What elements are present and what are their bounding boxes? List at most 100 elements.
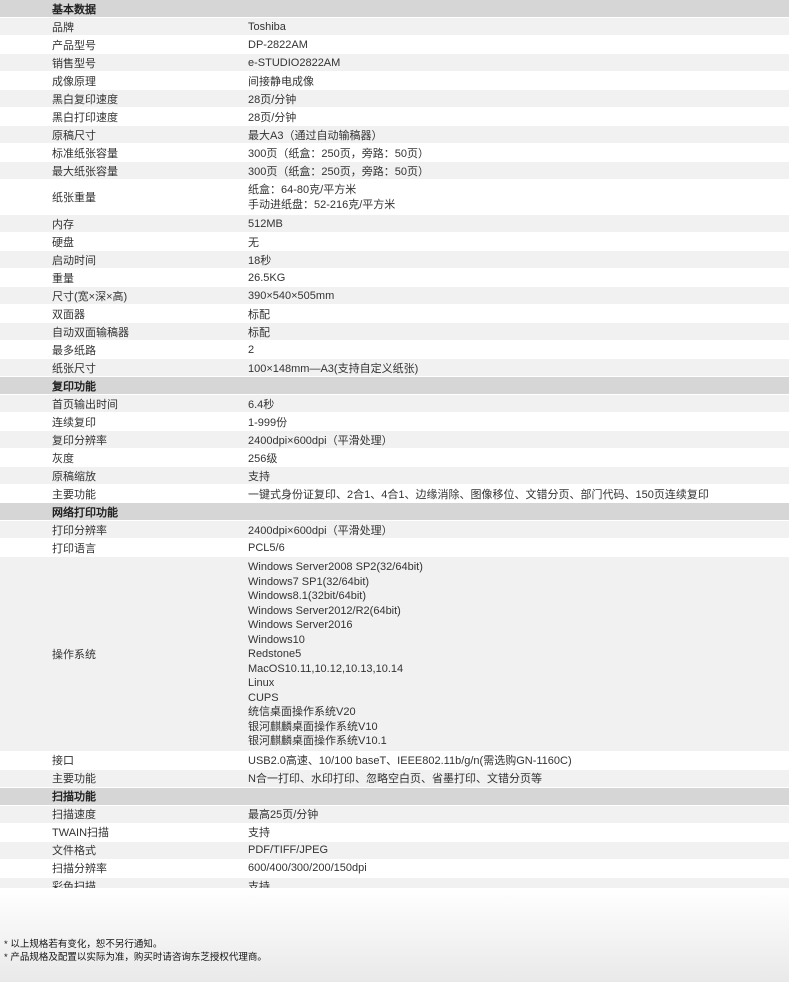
spec-value: 300页（纸盒：250页，旁路：50页） [248,163,789,179]
spec-key: 复印分辨率 [52,434,107,447]
spec-value-line: Windows Server2016 [248,619,353,631]
spec-row: 最多纸路 2 [0,341,789,359]
section-header: 复印功能 [0,377,789,395]
spec-value-line: 最大A3（通过自动输稿器） [248,129,383,142]
spec-key: 双面器 [52,308,85,321]
spec-value: 2400dpi×600dpi（平滑处理） [248,432,789,448]
spec-row: 硬盘 无 [0,233,789,251]
spec-row: 首页输出时间 6.4秒 [0,395,789,413]
spec-key: 纸张尺寸 [52,362,96,375]
spec-row: 主要功能 N合一打印、水印打印、忽略空白页、省墨打印、文错分页等 [0,769,789,788]
spec-value: DP-2822AM [248,39,789,51]
spec-value-line: e-STUDIO2822AM [248,56,341,69]
spec-key: 主要功能 [52,488,96,501]
spec-value: 标配 [248,324,789,340]
spec-value-line: 18秒 [248,254,272,267]
spec-value-line: 1-999份 [248,416,288,429]
spec-value-line: Windows8.1(32bit/64bit) [248,590,367,602]
spec-key: TWAIN扫描 [52,827,110,839]
spec-row: 自动双面输稿器 标配 [0,323,789,341]
spec-value-line: USB2.0高速、10/100 baseT、IEEE802.11b/g/n(需选… [248,755,572,767]
spec-key: 产品型号 [52,39,96,52]
spec-value-line: 28页/分钟 [248,93,297,106]
spec-value: 28页/分钟 [248,91,789,107]
spec-value-line: 银河麒麟桌面操作系统V10.1 [248,735,387,747]
spec-row: 连续复印 1-999份 [0,413,789,431]
spec-value: USB2.0高速、10/100 baseT、IEEE802.11b/g/n(需选… [248,752,789,768]
spec-value: 6.4秒 [248,396,789,412]
spec-row: 扫描速度 最高25页/分钟 [0,805,789,824]
spec-row: 最大纸张容量 300页（纸盒：250页，旁路：50页） [0,162,789,180]
spec-key: 内存 [52,218,74,231]
spec-key: 硬盘 [52,236,74,249]
section-header: 扫描功能 [0,787,789,806]
spec-row: 原稿缩放 支持 [0,467,789,485]
spec-row: 原稿尺寸 最大A3（通过自动输稿器） [0,126,789,144]
spec-row: 主要功能 一键式身份证复印、2合1、4合1、边缘消除、图像移位、文错分页、部门代码… [0,485,789,503]
spec-row: 尺寸(宽×深×高) 390×540×505mm [0,287,789,305]
spec-key: 品牌 [52,21,74,34]
spec-value-line: PDF/TIFF/JPEG [248,844,329,856]
spec-value: Toshiba [248,21,789,33]
spec-key: 销售型号 [52,57,96,70]
spec-row: 操作系统 Windows Server2008 SP2(32/64bit) Wind… [0,557,789,752]
spec-row: 纸张尺寸 100×148mm—A3(支持自定义纸张) [0,359,789,377]
spec-row: 接口 USB2.0高速、10/100 baseT、IEEE802.11b/g/n(… [0,751,789,770]
spec-value-line: CUPS [248,691,279,704]
spec-value-line: 无 [248,236,259,249]
spec-value: 无 [248,234,789,250]
spec-value: 600/400/300/200/150dpi [248,862,789,874]
spec-value-line: Redstone5 [248,648,302,660]
spec-value-line: 300页（纸盒：250页，旁路：50页） [248,147,429,160]
spec-value-line: PCL5/6 [248,541,285,554]
spec-key: 最大纸张容量 [52,165,118,178]
spec-value: 300页（纸盒：250页，旁路：50页） [248,145,789,161]
spec-value: 标配 [248,306,789,322]
section-title: 基本数据 [52,3,96,16]
spec-value-line: 512MB [248,217,283,230]
spec-value: 间接静电成像 [248,73,789,89]
spec-value: 28页/分钟 [248,109,789,125]
footnote: * 产品规格及配置以实际为准，购买时请咨询东芝授权代理商。 [4,952,267,963]
spec-row: 产品型号 DP-2822AM [0,36,789,54]
spec-value-line: 2400dpi×600dpi（平滑处理） [248,434,393,447]
spec-row: 灰度 256级 [0,449,789,467]
spec-value: Windows Server2008 SP2(32/64bit) Windows7… [248,557,789,751]
spec-value-line: 100×148mm—A3(支持自定义纸张) [248,362,419,375]
spec-value: 256级 [248,450,789,466]
spec-value: 2 [248,344,789,356]
spec-key: 打印语言 [52,542,96,555]
spec-value: 纸盒：64-80克/平方米 手动进纸盘：52-216克/平方米 [248,180,789,214]
section-title: 扫描功能 [52,791,96,803]
spec-key: 黑白复印速度 [52,93,118,106]
spec-value-line: 标配 [248,308,270,321]
spec-value-line: N合一打印、水印打印、忽略空白页、省墨打印、文错分页等 [248,773,542,785]
spec-row: 成像原理 间接静电成像 [0,72,789,90]
spec-key: 原稿缩放 [52,470,96,483]
spec-value-line: 2400dpi×600dpi（平滑处理） [248,524,393,537]
spec-key: 重量 [52,272,74,285]
spec-row: 启动时间 18秒 [0,251,789,269]
spec-value: 512MB [248,218,789,230]
spec-value-line: Windows Server2008 SP2(32/64bit) [248,561,423,573]
spec-key: 文件格式 [52,845,96,857]
spec-row: 销售型号 e-STUDIO2822AM [0,54,789,72]
spec-value-line: 26.5KG [248,271,286,284]
spec-row: 内存 512MB [0,215,789,233]
spec-value-line: 手动进纸盘：52-216克/平方米 [248,198,396,211]
spec-row: 双面器 标配 [0,305,789,323]
footnotes: * 以上规格若有变化，恕不另行通知。 * 产品规格及配置以实际为准，购买时请咨询… [4,938,267,964]
spec-value-line: 一键式身份证复印、2合1、4合1、边缘消除、图像移位、文错分页、部门代码、150… [248,488,709,501]
spec-row: 黑白复印速度 28页/分钟 [0,90,789,108]
spec-row: TWAIN扫描 支持 [0,823,789,842]
spec-value: 最高25页/分钟 [248,806,789,822]
section-title: 网络打印功能 [52,506,118,519]
spec-row: 打印分辨率 2400dpi×600dpi（平滑处理） [0,521,789,539]
spec-value-line: Toshiba [248,20,286,33]
spec-value-line: 支持 [248,827,270,839]
spec-key: 尺寸(宽×深×高) [52,290,128,303]
spec-value: 26.5KG [248,272,789,284]
spec-key: 自动双面输稿器 [52,326,129,339]
spec-value-line: Windows7 SP1(32/64bit) [248,575,370,588]
section-title: 复印功能 [52,380,96,393]
